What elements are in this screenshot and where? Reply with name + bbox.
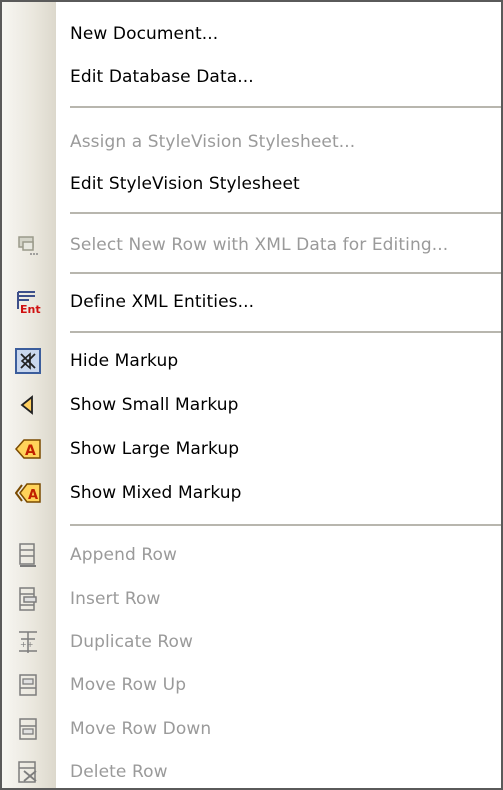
- menu-item-label: Delete Row: [70, 762, 168, 782]
- menu-item-label: Move Row Up: [70, 675, 187, 695]
- menu-item-label: Append Row: [70, 545, 177, 565]
- duplicate-row-icon: ++: [15, 629, 41, 655]
- small-markup-icon: [15, 392, 41, 418]
- menu-separator: [70, 331, 501, 333]
- menu-item-edit-stylevision-stylesheet[interactable]: Edit StyleVision Stylesheet: [2, 166, 501, 202]
- menu-item-edit-database-data[interactable]: Edit Database Data...: [2, 59, 501, 95]
- menu-item-new-document[interactable]: New Document...: [2, 16, 501, 52]
- svg-text:Ent: Ent: [20, 303, 41, 315]
- svg-text:A: A: [25, 443, 36, 459]
- menu-item-label: Move Row Down: [70, 719, 212, 739]
- menu-item-label: Duplicate Row: [70, 632, 194, 652]
- menu-separator: [70, 106, 501, 108]
- menu-item-label: Edit StyleVision Stylesheet: [70, 174, 300, 194]
- entities-icon: Ent: [15, 289, 41, 315]
- menu-item-define-xml-entities[interactable]: Ent Define XML Entities...: [2, 284, 501, 320]
- checked-indicator: [15, 348, 41, 374]
- menu-item-delete-row[interactable]: Delete Row: [2, 754, 501, 788]
- large-markup-icon: A: [15, 436, 41, 462]
- menu-item-show-small-markup[interactable]: Show Small Markup: [2, 387, 501, 423]
- menu-item-move-row-up[interactable]: Move Row Up: [2, 667, 501, 703]
- hide-markup-icon: [15, 348, 41, 374]
- menu-separator: [70, 272, 501, 274]
- menu-item-assign-stylevision-stylesheet[interactable]: Assign a StyleVision Stylesheet...: [2, 124, 501, 160]
- menu-item-move-row-down[interactable]: Move Row Down: [2, 711, 501, 747]
- menu-item-label: Hide Markup: [70, 351, 179, 371]
- xml-row-icon: [15, 232, 41, 258]
- menu-item-label: Edit Database Data...: [70, 67, 254, 87]
- menu-item-label: Show Small Markup: [70, 395, 239, 415]
- menu-separator: [70, 524, 501, 526]
- menu-item-label: Show Mixed Markup: [70, 483, 242, 503]
- menu-item-insert-row[interactable]: Insert Row: [2, 581, 501, 617]
- menu-item-label: Show Large Markup: [70, 439, 240, 459]
- menu-item-show-large-markup[interactable]: A Show Large Markup: [2, 431, 501, 467]
- menu-separator: [70, 212, 501, 214]
- mixed-markup-icon: A: [15, 480, 41, 506]
- svg-text:A: A: [28, 488, 38, 503]
- move-row-down-icon: [15, 716, 41, 742]
- append-row-icon: [15, 542, 41, 568]
- menu-item-select-new-row-xml[interactable]: Select New Row with XML Data for Editing…: [2, 227, 501, 263]
- move-row-up-icon: [15, 672, 41, 698]
- menu-item-append-row[interactable]: Append Row: [2, 537, 501, 573]
- context-menu: New Document... Edit Database Data... As…: [0, 0, 503, 790]
- menu-item-label: Define XML Entities...: [70, 292, 255, 312]
- insert-row-icon: [15, 586, 41, 612]
- menu-item-label: New Document...: [70, 24, 219, 44]
- menu-item-hide-markup[interactable]: Hide Markup: [2, 343, 501, 379]
- menu-item-show-mixed-markup[interactable]: A Show Mixed Markup: [2, 475, 501, 511]
- menu-item-label: Assign a StyleVision Stylesheet...: [70, 132, 356, 152]
- delete-row-icon: [15, 759, 41, 785]
- menu-item-duplicate-row[interactable]: ++ Duplicate Row: [2, 624, 501, 660]
- menu-item-label: Select New Row with XML Data for Editing…: [70, 235, 449, 255]
- svg-text:++: ++: [20, 640, 33, 649]
- menu-item-label: Insert Row: [70, 589, 161, 609]
